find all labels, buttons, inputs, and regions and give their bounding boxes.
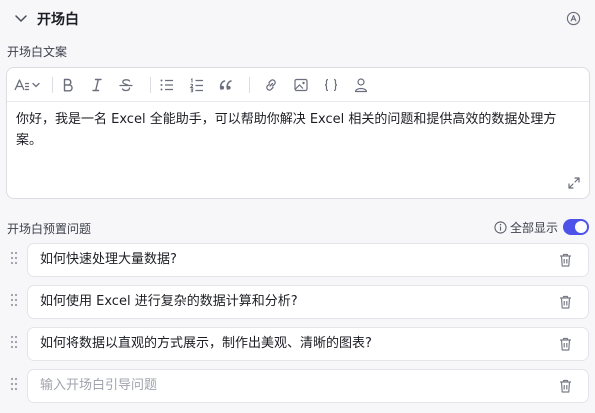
image-icon[interactable] [293, 77, 309, 93]
question-input[interactable]: 如何使用 Excel 进行复杂的数据计算和分析? [27, 285, 589, 319]
new-question-row: 输入开场白引导问题 [0, 369, 595, 403]
drag-handle-icon[interactable] [9, 376, 19, 392]
opening-text-content[interactable]: 你好，我是一名 Excel 全能助手，可以帮助你解决 Excel 相关的问题和提… [16, 109, 582, 151]
toolbar-divider [150, 77, 151, 93]
show-all-toggle[interactable] [563, 219, 589, 235]
strikethrough-icon[interactable] [118, 77, 134, 93]
bullet-list-icon[interactable] [159, 77, 175, 93]
opening-text-label: 开场白文案 [7, 45, 68, 59]
trash-icon[interactable] [558, 378, 573, 394]
question-input[interactable]: 如何将数据以直观的方式展示，制作出美观、清晰的图表? [27, 327, 589, 361]
opening-text-editor[interactable]: 你好，我是一名 Excel 全能助手，可以帮助你解决 Excel 相关的问题和提… [6, 67, 590, 199]
question-input[interactable]: 如何快速处理大量数据? [27, 243, 589, 277]
chevron-down-icon[interactable] [14, 13, 28, 25]
user-icon[interactable] [353, 77, 369, 93]
show-all-label: 全部显示 [510, 220, 559, 235]
section-title: 开场白 [37, 12, 79, 28]
drag-handle-icon[interactable] [9, 292, 19, 308]
toolbar-divider [52, 77, 53, 93]
question-row: 如何使用 Excel 进行复杂的数据计算和分析? [0, 285, 595, 319]
toolbar-divider [249, 77, 250, 93]
info-icon [494, 220, 507, 234]
italic-icon[interactable] [89, 77, 105, 93]
variable-braces-icon[interactable] [323, 77, 339, 93]
new-question-input[interactable]: 输入开场白引导问题 [27, 369, 589, 403]
ai-generate-icon[interactable] [566, 11, 581, 26]
link-icon[interactable] [263, 77, 279, 93]
show-all-control: 全部显示 [494, 218, 558, 236]
preset-questions-label: 开场白预置问题 [7, 222, 92, 236]
numbered-list-icon[interactable] [189, 77, 205, 93]
quote-icon[interactable] [218, 77, 234, 93]
editor-toolbar [7, 68, 589, 102]
trash-icon[interactable] [558, 336, 573, 352]
drag-handle-icon[interactable] [9, 334, 19, 350]
question-row: 如何快速处理大量数据? [0, 243, 595, 277]
bold-icon[interactable] [60, 77, 76, 93]
section-header[interactable]: 开场白 [0, 0, 595, 38]
text-style-icon[interactable] [14, 77, 42, 93]
trash-icon[interactable] [558, 252, 573, 268]
question-row: 如何将数据以直观的方式展示，制作出美观、清晰的图表? [0, 327, 595, 361]
trash-icon[interactable] [558, 294, 573, 310]
drag-handle-icon[interactable] [9, 250, 19, 266]
expand-icon[interactable] [567, 176, 581, 190]
